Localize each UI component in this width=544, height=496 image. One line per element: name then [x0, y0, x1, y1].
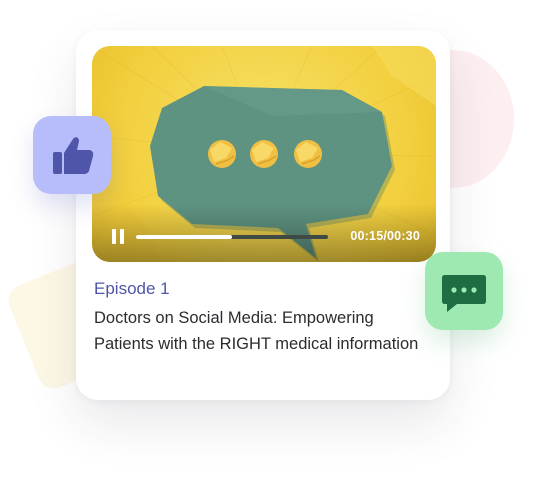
- progress-bar[interactable]: [136, 235, 328, 239]
- paper-ball-2: [250, 140, 278, 168]
- progress-fill: [136, 235, 232, 239]
- episode-card[interactable]: 00:15/00:30 Episode 1 Doctors on Social …: [76, 30, 450, 400]
- episode-label: Episode 1: [94, 279, 170, 298]
- video-player[interactable]: 00:15/00:30: [92, 46, 436, 262]
- time-display: 00:15/00:30: [350, 229, 420, 243]
- pause-button[interactable]: [110, 229, 126, 245]
- like-button[interactable]: [33, 116, 111, 194]
- chat-button[interactable]: [425, 252, 503, 330]
- episode-title[interactable]: Doctors on Social Media: Empowering Pati…: [94, 305, 424, 357]
- pause-icon: [112, 229, 116, 244]
- paper-ball-1: [208, 140, 236, 168]
- thumbs-up-icon: [53, 137, 94, 174]
- chat-bubble-icon: [442, 275, 486, 312]
- video-controls: 00:15/00:30: [92, 204, 436, 262]
- paper-ball-3: [294, 140, 322, 168]
- pause-icon-bar: [120, 229, 124, 244]
